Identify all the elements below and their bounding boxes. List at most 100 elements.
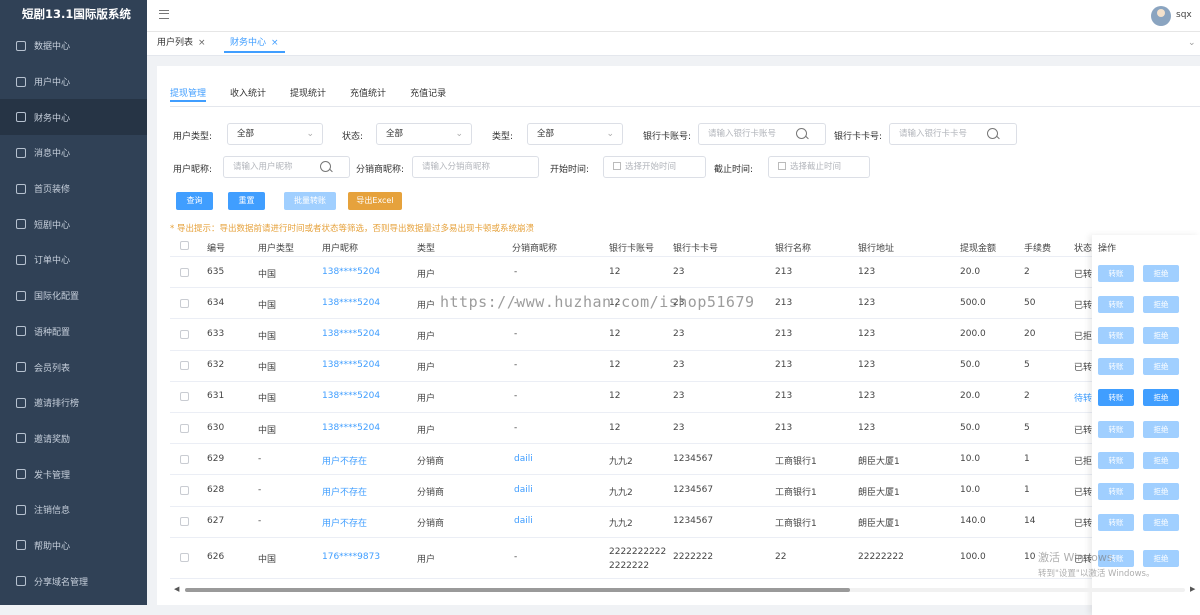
sidebar-item-11[interactable]: 邀请奖励 — [0, 421, 147, 457]
transfer-button[interactable]: 转账 — [1098, 483, 1134, 500]
row-checkbox[interactable] — [180, 298, 189, 308]
cell-nickname[interactable]: 138****5204 — [322, 423, 380, 433]
close-icon[interactable]: × — [271, 38, 279, 48]
transfer-button[interactable]: 转账 — [1098, 514, 1134, 532]
tab-withdraw-manage[interactable]: 提现管理 — [170, 86, 207, 102]
cell-agent[interactable]: daili — [514, 485, 533, 495]
cell-nickname[interactable]: 用户不存在 — [322, 454, 367, 467]
row-checkbox[interactable] — [180, 361, 189, 371]
cell-nickname[interactable]: 用户不存在 — [322, 485, 367, 498]
bank-account-input[interactable]: 请输入银行卡账号 — [698, 123, 826, 145]
col-nickname: 用户昵称 — [322, 244, 359, 254]
select-all-checkbox[interactable] — [180, 241, 189, 250]
agent-nickname-input[interactable]: 请输入分销商昵称 — [412, 156, 539, 178]
sidebar-item-15[interactable]: 分享域名管理 — [0, 563, 147, 599]
hamburger-icon[interactable] — [159, 10, 169, 19]
col-bank-account: 银行卡账号 — [609, 244, 655, 254]
nickname-input[interactable]: 请输入用户昵称 — [223, 156, 350, 178]
sidebar-item-9[interactable]: 会员列表 — [0, 349, 147, 385]
scroll-thumb[interactable] — [185, 588, 850, 592]
row-checkbox[interactable] — [180, 553, 189, 563]
sidebar-item-13[interactable]: 注销信息 — [0, 492, 147, 528]
chevron-down-icon[interactable]: ⌄ — [1188, 38, 1196, 48]
sidebar-item-2[interactable]: 财务中心 — [0, 99, 147, 136]
row-checkbox[interactable] — [180, 392, 189, 402]
search-icon[interactable] — [987, 128, 998, 139]
sidebar-item-8[interactable]: 语种配置 — [0, 314, 147, 350]
cell-nickname[interactable]: 176****9873 — [322, 552, 380, 562]
username[interactable]: sqx — [1176, 10, 1192, 20]
reject-button[interactable]: 拒绝 — [1143, 358, 1179, 376]
sidebar-item-14[interactable]: 帮助中心 — [0, 528, 147, 564]
reject-button[interactable]: 拒绝 — [1143, 451, 1179, 469]
reset-button[interactable]: 重置 — [228, 192, 265, 210]
avatar[interactable] — [1151, 6, 1171, 26]
end-time-picker[interactable]: 选择截止时间 — [768, 156, 870, 178]
reject-button[interactable]: 拒绝 — [1143, 264, 1179, 282]
cell-bank-card: 23 — [673, 391, 685, 402]
scroll-left-icon[interactable]: ◀ — [174, 585, 179, 593]
cell-amount: 100.0 — [960, 552, 986, 563]
transfer-button[interactable]: 转账 — [1098, 358, 1134, 376]
status-select[interactable]: 全部 ⌄ — [376, 123, 472, 145]
cell-agent[interactable]: daili — [514, 516, 533, 526]
cell-bank-name: 213 — [775, 297, 793, 308]
bank-card-input[interactable]: 请输入银行卡卡号 — [889, 123, 1017, 145]
cell-bank-address: 朗臣大厦1 — [858, 519, 900, 530]
user-type-select[interactable]: 全部 ⌄ — [227, 123, 323, 145]
tab-withdraw-stats[interactable]: 提现统计 — [290, 86, 326, 102]
reject-button[interactable]: 拒绝 — [1143, 295, 1179, 313]
reject-button[interactable]: 拒绝 — [1143, 514, 1179, 532]
tag-user-list[interactable]: 用户列表 × — [151, 36, 212, 53]
search-icon[interactable] — [320, 161, 331, 172]
reject-button[interactable]: 拒绝 — [1143, 389, 1179, 407]
table-row: 629 - 用户不存在 分销商 daili 九九2 1234567 工商银行1 朗臣大厦1 10.… — [170, 444, 1200, 476]
cell-nickname[interactable]: 138****5204 — [322, 298, 380, 308]
tab-income-stats[interactable]: 收入统计 — [230, 86, 266, 102]
row-checkbox[interactable] — [180, 454, 189, 464]
cell-nickname[interactable]: 138****5204 — [322, 360, 380, 370]
sidebar-item-7[interactable]: 国际化配置 — [0, 278, 147, 314]
transfer-button[interactable]: 转账 — [1098, 451, 1134, 469]
transfer-button[interactable]: 转账 — [1098, 295, 1134, 313]
sidebar-item-5[interactable]: 短剧中心 — [0, 206, 147, 242]
batch-transfer-button[interactable]: 批量转账 — [284, 192, 336, 210]
cell-nickname[interactable]: 138****5204 — [322, 391, 380, 401]
close-icon[interactable]: × — [198, 38, 206, 48]
transfer-button[interactable]: 转账 — [1098, 327, 1134, 344]
sidebar-item-3[interactable]: 消息中心 — [0, 135, 147, 171]
cell-nickname[interactable]: 138****5204 — [322, 329, 380, 339]
horizontal-scrollbar[interactable]: ◀ ▶ — [170, 585, 1200, 593]
row-checkbox[interactable] — [180, 423, 189, 433]
sidebar-item-4[interactable]: 首页装修 — [0, 171, 147, 207]
tab-recharge-stats[interactable]: 充值统计 — [350, 86, 386, 102]
row-checkbox[interactable] — [180, 517, 189, 527]
sidebar-item-1[interactable]: 用户中心 — [0, 64, 147, 100]
transfer-button[interactable]: 转账 — [1098, 389, 1134, 407]
reject-button[interactable]: 拒绝 — [1143, 420, 1179, 438]
tab-recharge-records[interactable]: 充值记录 — [410, 86, 446, 102]
sidebar-item-0[interactable]: 数据中心 — [0, 28, 147, 64]
sidebar-item-12[interactable]: 发卡管理 — [0, 456, 147, 492]
cell-agent[interactable]: daili — [514, 454, 533, 464]
cell-nickname[interactable]: 138****5204 — [322, 267, 380, 277]
export-excel-button[interactable]: 导出Excel — [348, 192, 402, 210]
reject-button[interactable]: 拒绝 — [1143, 483, 1179, 500]
row-checkbox[interactable] — [180, 267, 189, 277]
row-checkbox[interactable] — [180, 329, 189, 339]
row-checkbox[interactable] — [180, 485, 189, 495]
scroll-right-icon[interactable]: ▶ — [1190, 585, 1195, 593]
cell-status: 已转 — [1074, 300, 1093, 311]
type-select[interactable]: 全部 ⌄ — [527, 123, 623, 145]
cell-bank-account: 12 — [609, 422, 621, 433]
transfer-button[interactable]: 转账 — [1098, 264, 1134, 282]
query-button[interactable]: 查询 — [176, 192, 213, 210]
search-icon[interactable] — [796, 128, 807, 139]
sidebar-item-10[interactable]: 邀请排行榜 — [0, 385, 147, 421]
sidebar-item-6[interactable]: 订单中心 — [0, 242, 147, 278]
tag-finance-center[interactable]: 财务中心 × — [224, 36, 285, 53]
transfer-button[interactable]: 转账 — [1098, 420, 1134, 438]
reject-button[interactable]: 拒绝 — [1143, 327, 1179, 344]
cell-nickname[interactable]: 用户不存在 — [322, 516, 367, 529]
start-time-picker[interactable]: 选择开始时间 — [603, 156, 706, 178]
